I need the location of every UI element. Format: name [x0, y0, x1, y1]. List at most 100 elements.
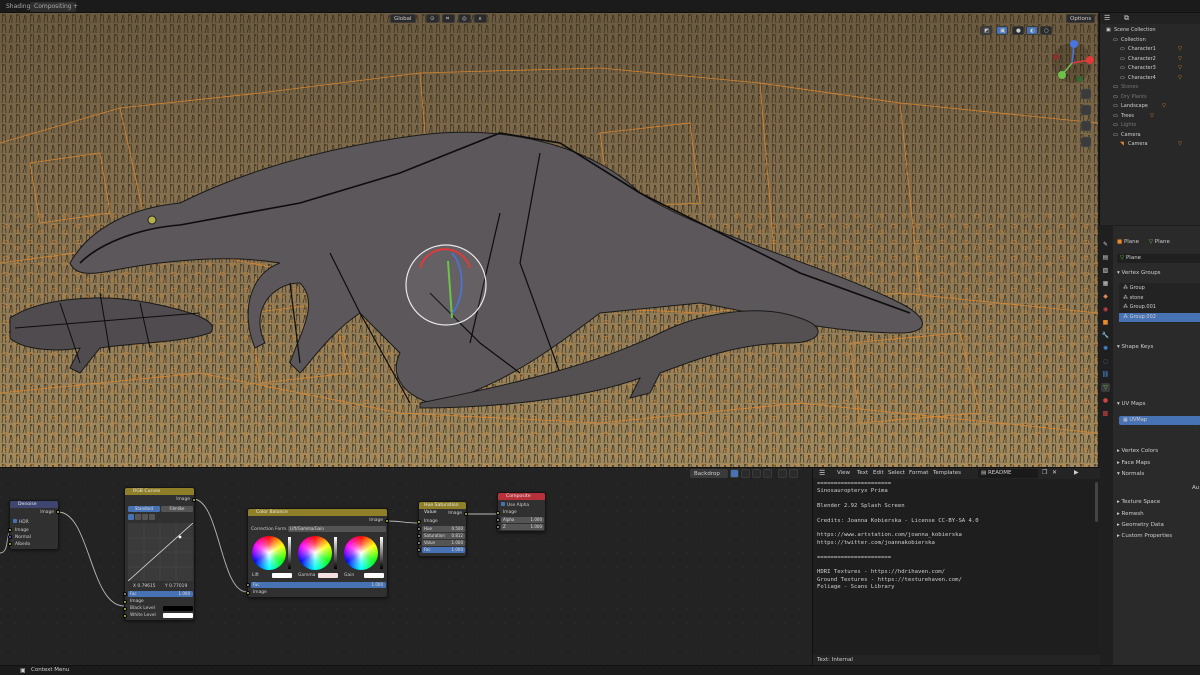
vertex-group-item[interactable]: ⁂ Group.001	[1119, 303, 1200, 312]
hsv-input-socket[interactable]	[417, 534, 421, 538]
uv-maps-panel-header[interactable]: ▾ UV Maps	[1117, 401, 1146, 407]
outliner-row[interactable]: ▭ Character4 ▽	[1100, 74, 1200, 84]
gamma-swatch[interactable]	[318, 573, 338, 578]
text-menu-view[interactable]: View	[837, 470, 850, 476]
run-script-icon[interactable]: ▶	[1074, 469, 1079, 476]
mesh-data-tab-icon[interactable]: ▽	[1101, 383, 1110, 392]
correction-formula-dropdown[interactable]: Lift/Gamma/Gain	[288, 526, 386, 532]
rendered-shading-icon[interactable]: ○	[1040, 26, 1052, 35]
text-editor-type-icon[interactable]: ☰	[819, 469, 825, 477]
new-text-icon[interactable]: ❐	[1042, 469, 1047, 476]
color-balance-output-socket[interactable]	[385, 519, 389, 523]
lift-color-wheel[interactable]	[252, 536, 286, 570]
add-workspace-button[interactable]: +	[69, 2, 82, 12]
denoise-albedo-socket[interactable]	[8, 542, 12, 546]
backdrop-alpha-icon[interactable]	[741, 469, 750, 478]
material-shading-icon[interactable]: ◐	[1026, 26, 1038, 35]
outliner-row[interactable]: ▭ Stones	[1100, 83, 1200, 93]
black-level-swatch[interactable]	[163, 606, 193, 611]
gamma-color-wheel[interactable]	[298, 536, 332, 570]
outliner-row[interactable]: ▭ Landscape ▽	[1100, 102, 1200, 112]
hue-saturation-node[interactable]: Hue Saturation Value Image Image Hue 0.50…	[417, 501, 468, 557]
geometry-data-panel-header[interactable]: ▸ Geometry Data	[1117, 522, 1164, 528]
text-menu-format[interactable]: Format	[909, 470, 928, 476]
text-menu-select[interactable]: Select	[888, 470, 905, 476]
outliner-row[interactable]: ▭ Camera	[1100, 131, 1200, 141]
remesh-panel-header[interactable]: ▸ Remesh	[1117, 511, 1144, 517]
composite-input-socket[interactable]	[496, 518, 500, 522]
outliner-row[interactable]: ▭ Dry Plants	[1100, 93, 1200, 103]
lift-value-slider[interactable]	[288, 537, 291, 569]
pivot-icon[interactable]: ⊙	[426, 14, 439, 23]
lift-swatch[interactable]	[272, 573, 292, 578]
custom-properties-panel-header[interactable]: ▸ Custom Properties	[1117, 533, 1172, 539]
overlay-icon[interactable]: ◩	[980, 26, 992, 35]
color-balance-image-socket[interactable]	[246, 591, 250, 595]
composite-z-field[interactable]: Z 1.000	[501, 524, 544, 530]
face-maps-panel-header[interactable]: ▸ Face Maps	[1117, 460, 1150, 466]
physics-tab-icon[interactable]: ◌	[1101, 357, 1110, 366]
hsv-input-socket[interactable]	[417, 527, 421, 531]
particles-tab-icon[interactable]: ✺	[1101, 344, 1110, 353]
node-overlay-icon[interactable]	[789, 469, 798, 478]
outliner-row[interactable]: ▭ Character3 ▽	[1100, 64, 1200, 74]
vertex-group-item[interactable]: ⁂ Group	[1119, 284, 1200, 293]
text-menu-edit[interactable]: Edit	[873, 470, 884, 476]
material-tab-icon[interactable]: ●	[1101, 396, 1110, 405]
compositor-node-editor[interactable]: Backdrop Denoise Image HDR Image Normal …	[0, 467, 812, 665]
object-tab-icon[interactable]: ■	[1101, 318, 1110, 327]
vertex-group-item[interactable]: ⁂ Group.002	[1119, 312, 1200, 322]
proportional-edit-icon[interactable]: ◎	[458, 14, 471, 23]
black-level-socket[interactable]	[123, 607, 127, 611]
text-editor[interactable]: ☰ View Text Edit Select Format Templates ▤ RE…	[812, 467, 1100, 666]
rgb-curves-node[interactable]: RGB Curves Image Standard Filmlike X 0.7…	[123, 487, 196, 621]
texture-tab-icon[interactable]: ▩	[1101, 409, 1110, 418]
backdrop-rgb-icon[interactable]	[730, 469, 739, 478]
denoise-normal-socket[interactable]	[8, 535, 12, 539]
3d-viewport[interactable]	[0, 13, 1098, 467]
outliner-editor-icon[interactable]: ☰	[1104, 14, 1110, 22]
white-level-socket[interactable]	[123, 614, 127, 618]
color-balance-node[interactable]: Color Balance Image Correction Form... L…	[246, 508, 389, 598]
hue-saturation-image-socket[interactable]	[417, 520, 421, 524]
gain-color-wheel[interactable]	[344, 536, 378, 570]
display-mode-icon[interactable]: ⧉	[1124, 14, 1129, 23]
rgb-curves-fac-socket[interactable]	[123, 592, 127, 596]
solid-shading-icon[interactable]: ●	[1012, 26, 1024, 35]
view-layer-tab-icon[interactable]: ▦	[1101, 279, 1110, 288]
uv-map-item[interactable]: ▦ UVMap	[1119, 416, 1200, 425]
channel-g-button[interactable]	[142, 514, 148, 520]
vertex-colors-panel-header[interactable]: ▸ Vertex Colors	[1117, 448, 1158, 454]
white-level-swatch[interactable]	[163, 613, 193, 618]
denoise-node[interactable]: Denoise Image HDR Image Normal Albedo	[8, 500, 60, 550]
constraints-tab-icon[interactable]: ⛓	[1101, 370, 1110, 379]
outliner-row[interactable]: ▭ Character2 ▽	[1100, 55, 1200, 65]
curve-graph[interactable]	[128, 523, 193, 581]
denoise-output-socket[interactable]	[56, 510, 60, 514]
xray-icon[interactable]: ▣	[996, 26, 1008, 35]
options-dropdown[interactable]: Options	[1066, 14, 1096, 23]
mesh-datablock-field[interactable]: ▽ Plane	[1117, 254, 1200, 263]
channel-r-button[interactable]	[135, 514, 141, 520]
hsv-saturation-field[interactable]: Saturation 0.812	[422, 533, 465, 539]
texture-space-panel-header[interactable]: ▸ Texture Space	[1117, 499, 1160, 505]
hdr-checkbox[interactable]	[13, 519, 17, 523]
falloff-icon[interactable]: ∧	[474, 14, 487, 23]
color-balance-fac-socket[interactable]	[246, 583, 250, 587]
hsv-hue-field[interactable]: Hue 0.500	[422, 526, 465, 532]
hsv-input-socket[interactable]	[417, 548, 421, 552]
composite-image-socket[interactable]	[496, 511, 500, 515]
denoise-image-socket[interactable]	[8, 528, 12, 532]
rgb-curves-output-socket[interactable]	[192, 498, 196, 502]
curves-standard-tab[interactable]: Standard	[128, 506, 160, 512]
curves-filmlike-tab[interactable]: Filmlike	[161, 506, 193, 512]
channel-c-button[interactable]	[128, 514, 134, 520]
modifier-tab-icon[interactable]: 🔧	[1101, 331, 1110, 340]
composite-input-socket[interactable]	[496, 525, 500, 529]
outliner-row[interactable]: ◥ Camera ▽	[1100, 140, 1200, 150]
render-tab-icon[interactable]: ▤	[1101, 253, 1110, 262]
outliner-row[interactable]: ▣ Scene Collection	[1100, 26, 1200, 36]
scene-tab-icon[interactable]: ◆	[1101, 292, 1110, 301]
outliner-row[interactable]: ▭ Collection	[1100, 36, 1200, 46]
rgb-curves-image-socket[interactable]	[123, 600, 127, 604]
